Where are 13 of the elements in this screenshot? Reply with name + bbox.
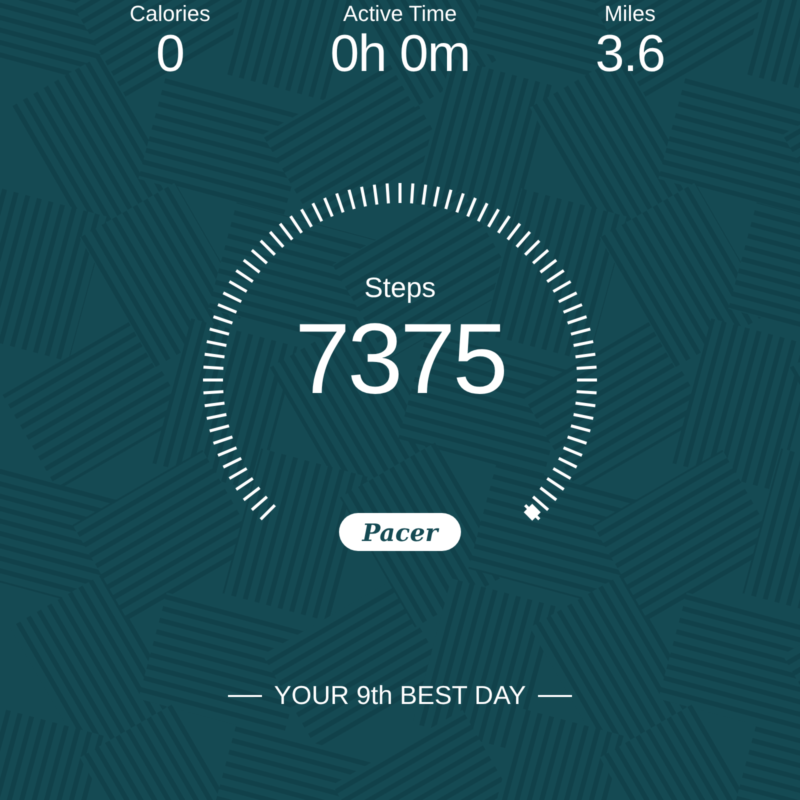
stat-value: 0 xyxy=(156,26,184,82)
stat-value: 3.6 xyxy=(595,26,665,82)
divider-line xyxy=(228,694,262,696)
progress-marker xyxy=(524,504,541,521)
steps-label: Steps xyxy=(364,272,436,304)
stat-value: 0h 0m xyxy=(330,26,470,82)
divider-line xyxy=(538,694,572,696)
stat-label: Active Time xyxy=(343,2,457,26)
rank-text: YOUR 9th BEST DAY xyxy=(274,680,526,711)
steps-count: 7375 xyxy=(294,304,506,414)
stat-label: Miles xyxy=(604,2,656,26)
brand-logo: Pacer xyxy=(339,513,461,551)
stat-label: Calories xyxy=(130,2,210,26)
